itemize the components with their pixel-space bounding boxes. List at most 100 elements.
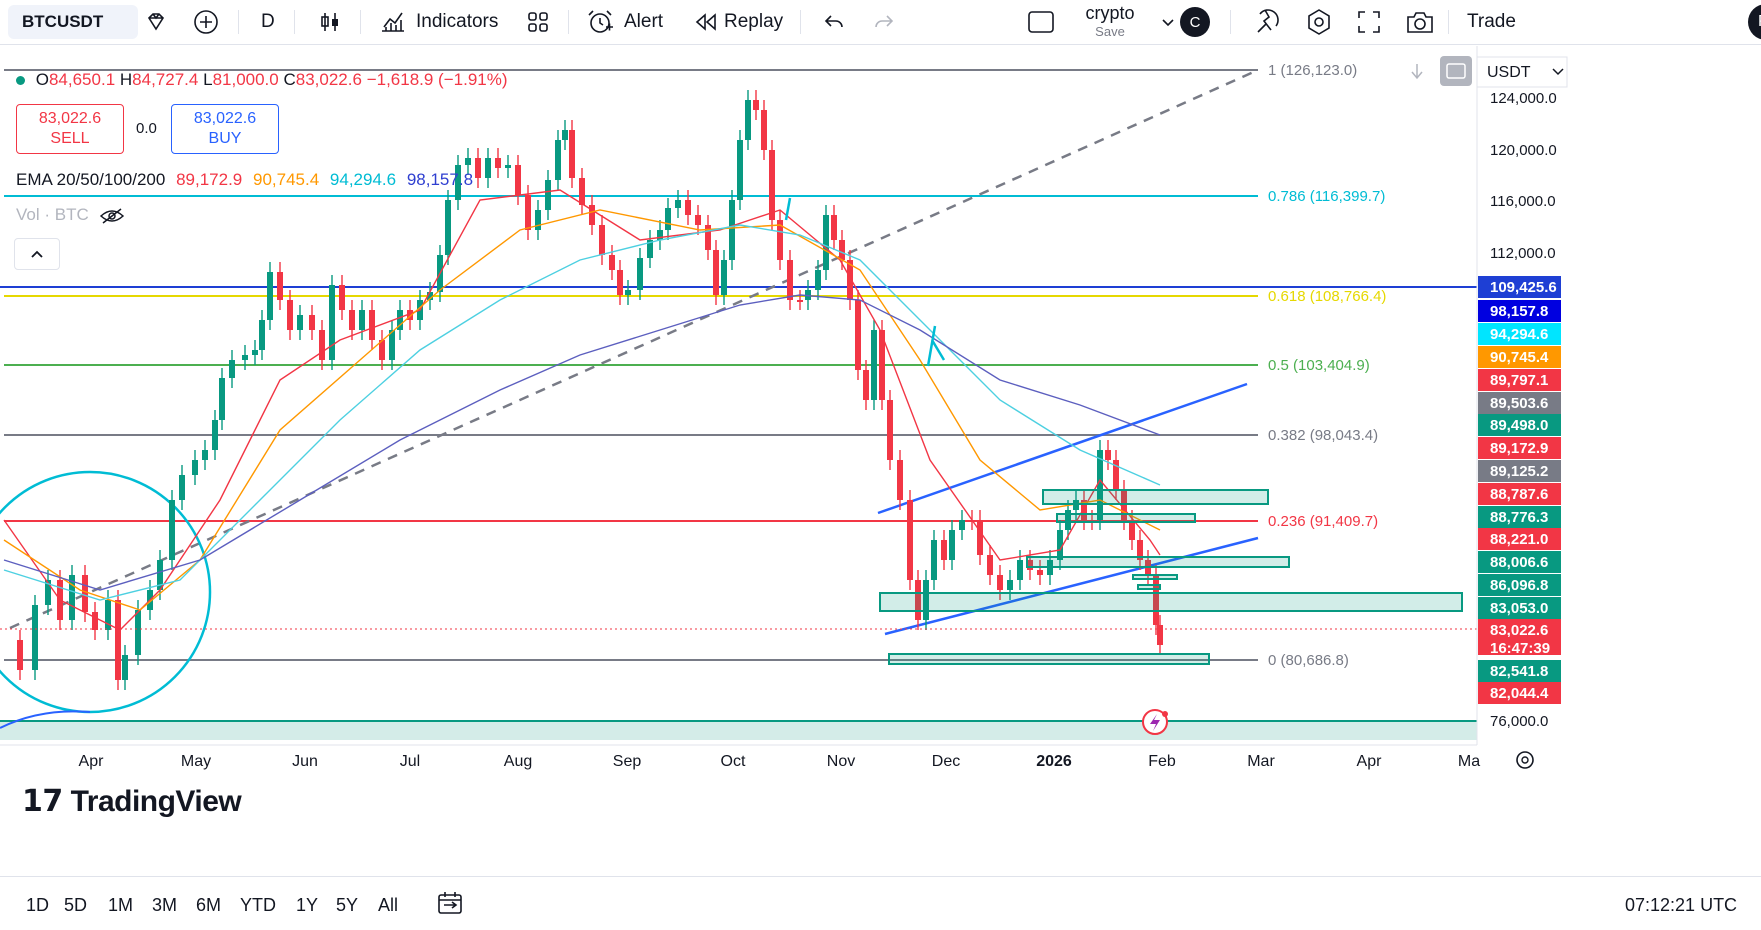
camera-icon[interactable]: [1405, 0, 1435, 44]
indicators-button[interactable]: Indicators: [380, 0, 498, 44]
add-symbol-icon[interactable]: [193, 0, 219, 44]
buy-price: 83,022.6: [193, 110, 257, 127]
candle-body: [941, 540, 947, 560]
volume-legend[interactable]: Vol · BTC: [16, 205, 125, 225]
chart-area[interactable]: 1 (126,123.0) 0.786 (116,399.7) 0.618 (108…: [0, 46, 1761, 829]
range-button-3m[interactable]: 3M: [152, 895, 177, 916]
price-tag-label: 86,096.8: [1490, 577, 1548, 594]
time-axis-label: May: [181, 753, 211, 770]
price-chart[interactable]: 1 (126,123.0) 0.786 (116,399.7) 0.618 (108…: [0, 46, 1761, 829]
candle-body: [1017, 560, 1023, 580]
time-axis-label: Apr: [79, 753, 105, 770]
profile-avatar[interactable]: P: [1748, 4, 1761, 40]
candle-body: [515, 165, 521, 195]
redo-icon[interactable]: [872, 0, 896, 44]
alert-button[interactable]: Alert: [586, 0, 663, 44]
candle-body: [907, 500, 913, 580]
hidden-eye-icon[interactable]: [99, 207, 125, 225]
candle-body: [545, 180, 551, 210]
range-button-1m[interactable]: 1M: [108, 895, 133, 916]
time-axis-label: Apr: [1357, 753, 1383, 770]
replay-button[interactable]: Replay: [694, 0, 783, 44]
candles-icon[interactable]: [318, 0, 342, 44]
range-button-5d[interactable]: 5D: [64, 895, 87, 916]
support-zone-box: [1132, 574, 1178, 580]
settings-gear-icon[interactable]: [1305, 0, 1333, 44]
candle-body: [987, 555, 993, 575]
candle-body: [169, 500, 175, 560]
range-button-6m[interactable]: 6M: [196, 895, 221, 916]
price-tag-label: 98,157.8: [1490, 303, 1548, 320]
fib-level-label: 0.786 (116,399.7): [1268, 188, 1385, 205]
collapse-legend-button[interactable]: [14, 238, 60, 270]
candle-body: [297, 315, 303, 330]
candle-body: [657, 230, 663, 240]
candle-body: [665, 208, 671, 230]
layout-select-icon[interactable]: [1027, 0, 1055, 44]
date-range-calendar-icon[interactable]: [436, 889, 464, 922]
templates-icon[interactable]: [526, 0, 550, 44]
candle-body: [17, 640, 23, 670]
candle-body: [949, 530, 955, 560]
ema50-line: [3, 209, 1161, 611]
utc-clock[interactable]: 07:12:21 UTC: [1625, 895, 1737, 916]
candle-body: [997, 575, 1003, 590]
range-button-all[interactable]: All: [378, 895, 398, 916]
candle-body: [839, 240, 845, 260]
high-label: H: [119, 70, 133, 89]
close-label: C: [283, 70, 296, 89]
range-button-1d[interactable]: 1D: [26, 895, 49, 916]
chevron-down-icon[interactable]: [1160, 0, 1176, 44]
range-button-1y[interactable]: 1Y: [296, 895, 318, 916]
trade-button[interactable]: Trade: [1467, 0, 1516, 44]
price-tag-label: 83,053.0: [1490, 600, 1548, 617]
layout-avatar[interactable]: C: [1180, 7, 1210, 37]
candle-body: [92, 612, 98, 630]
candle-body: [309, 315, 315, 330]
scroll-to-latest-icon[interactable]: [1411, 64, 1423, 80]
buy-button[interactable]: 83,022.6 BUY: [171, 104, 279, 154]
price-tag-label: 82,541.8: [1490, 663, 1548, 680]
candle-body: [252, 350, 258, 355]
candle-body: [1007, 580, 1013, 590]
layout-name-button[interactable]: crypto Save: [1070, 3, 1150, 39]
interval-button[interactable]: D: [261, 0, 275, 44]
ema-legend[interactable]: EMA 20/50/100/200 89,172.9 90,745.4 94,2…: [16, 170, 473, 190]
candle-body: [349, 310, 355, 330]
sell-button[interactable]: 83,022.6 SELL: [16, 104, 124, 154]
symbol-search-button[interactable]: BTCUSDT: [8, 5, 138, 39]
ema200-value: 98,157.8: [406, 170, 474, 189]
price-axis-label: 120,000.0: [1490, 142, 1557, 159]
event-dot: [1162, 711, 1168, 717]
range-button-5y[interactable]: 5Y: [336, 895, 358, 916]
candle-body: [525, 195, 531, 230]
candle-body: [242, 355, 248, 360]
range-button-ytd[interactable]: YTD: [240, 895, 276, 916]
candle-body: [959, 520, 965, 530]
candle-body: [831, 215, 837, 240]
price-tag-label: 89,172.9: [1490, 440, 1548, 457]
diamond-icon[interactable]: [144, 0, 168, 44]
quick-search-icon[interactable]: [1254, 0, 1282, 44]
auto-scale-icon[interactable]: [1440, 56, 1472, 86]
candle-body: [753, 100, 759, 110]
candle-body: [761, 110, 767, 150]
change-value: −1,618.9 (−1.91%): [366, 70, 508, 89]
fullscreen-icon[interactable]: [1356, 0, 1382, 44]
replay-label: Replay: [724, 11, 784, 32]
fib-level-label: 1 (126,123.0): [1268, 62, 1357, 79]
candle-body: [617, 270, 623, 295]
price-tag-label: 90,745.4: [1490, 349, 1549, 366]
candle-body: [359, 310, 365, 330]
sell-label: SELL: [50, 130, 90, 147]
candle-body: [475, 158, 481, 178]
candle-body: [675, 200, 681, 208]
undo-icon[interactable]: [822, 0, 846, 44]
candle-body: [977, 520, 983, 555]
candle-body: [1037, 570, 1043, 575]
price-tag-label: 94,294.6: [1490, 326, 1548, 343]
time-axis-label: Aug: [504, 753, 532, 770]
price-tag-label: 82,044.4: [1490, 685, 1549, 702]
symbol-label: BTCUSDT: [22, 12, 104, 31]
candle-body: [229, 360, 235, 378]
